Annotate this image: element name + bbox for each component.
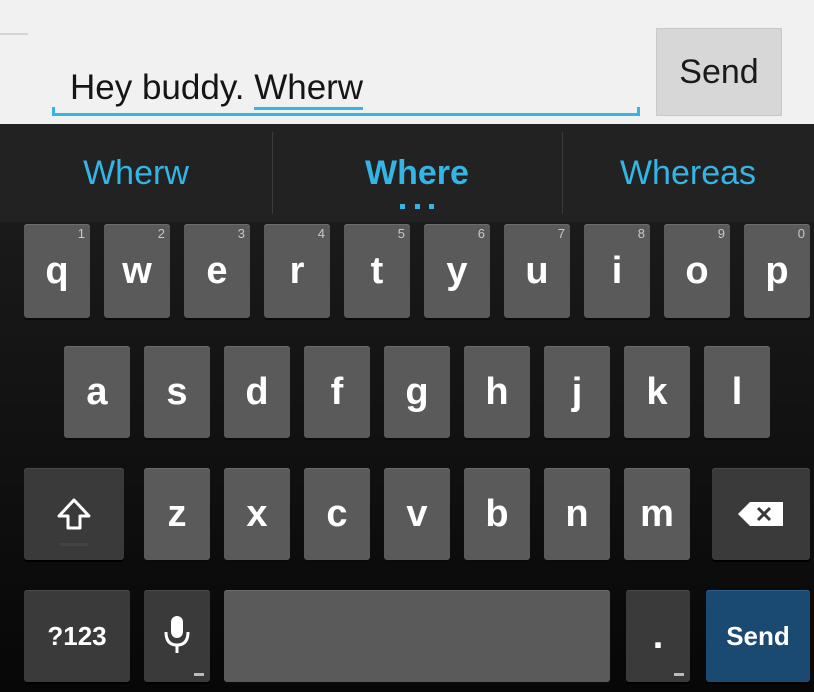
key-label: g xyxy=(405,370,429,413)
suggestion-strip: Wherw Where Whereas xyxy=(0,124,814,222)
key-m[interactable]: m xyxy=(624,468,690,560)
key-label: a xyxy=(86,370,108,413)
header-divider xyxy=(0,33,28,35)
key-number-hint: 4 xyxy=(317,226,325,241)
input-underline xyxy=(52,113,640,116)
key-label: v xyxy=(406,492,428,535)
key-k[interactable]: k xyxy=(624,346,690,438)
key-label: y xyxy=(446,249,468,292)
key-number-hint: 5 xyxy=(397,226,405,241)
key-number-hint: 1 xyxy=(77,226,85,241)
key-o[interactable]: o9 xyxy=(664,224,730,318)
backspace-icon xyxy=(738,502,783,526)
key-label: p xyxy=(765,249,789,292)
key-z[interactable]: z xyxy=(144,468,210,560)
long-press-indicator xyxy=(674,673,684,676)
key-label: f xyxy=(330,370,344,413)
key-label: ?123 xyxy=(47,620,107,651)
shift-key[interactable] xyxy=(24,468,124,560)
compose-bar: Hey buddy. Wherw Send xyxy=(0,0,814,124)
key-d[interactable]: d xyxy=(224,346,290,438)
key-label: k xyxy=(646,370,668,413)
key-g[interactable]: g xyxy=(384,346,450,438)
key-q[interactable]: q1 xyxy=(24,224,90,318)
key-number-hint: 6 xyxy=(477,226,485,241)
key-label: u xyxy=(525,249,549,292)
key-b[interactable]: b xyxy=(464,468,530,560)
key-a[interactable]: a xyxy=(64,346,130,438)
key-label: . xyxy=(652,614,664,657)
soft-keyboard: Wherw Where Whereas q1w2e3r4t5y6u7i8o9p0… xyxy=(0,124,814,692)
send-button[interactable]: Send xyxy=(656,28,782,116)
input-underline-left-tick xyxy=(52,107,55,116)
caps-lock-indicator xyxy=(60,543,88,546)
period-key[interactable]: . xyxy=(626,590,690,682)
key-w[interactable]: w2 xyxy=(104,224,170,318)
key-l[interactable]: l xyxy=(704,346,770,438)
typed-text: Hey buddy. xyxy=(70,68,255,107)
key-s[interactable]: s xyxy=(144,346,210,438)
key-label: w xyxy=(122,249,152,292)
microphone-icon xyxy=(164,616,190,653)
key-label: Send xyxy=(726,620,790,651)
key-label: j xyxy=(571,370,583,413)
key-label: z xyxy=(167,492,187,535)
symbols-key[interactable]: ?123 xyxy=(24,590,130,682)
key-label: b xyxy=(485,492,509,535)
key-number-hint: 3 xyxy=(237,226,245,241)
space-bar[interactable] xyxy=(224,590,610,682)
composing-word: Wherw xyxy=(254,68,364,110)
key-label: h xyxy=(485,370,509,413)
key-i[interactable]: i8 xyxy=(584,224,650,318)
key-label: o xyxy=(685,249,709,292)
key-p[interactable]: p0 xyxy=(744,224,810,318)
key-label: x xyxy=(246,492,268,535)
key-f[interactable]: f xyxy=(304,346,370,438)
shift-arrow-icon xyxy=(57,498,91,530)
key-label: d xyxy=(245,370,269,413)
key-label: q xyxy=(45,249,69,292)
key-h[interactable]: h xyxy=(464,346,530,438)
more-suggestions-indicator xyxy=(400,204,434,209)
key-label: t xyxy=(370,249,384,292)
input-underline-right-tick xyxy=(637,107,640,116)
key-y[interactable]: y6 xyxy=(424,224,490,318)
key-label: n xyxy=(565,492,589,535)
key-n[interactable]: n xyxy=(544,468,610,560)
key-label: r xyxy=(289,249,305,292)
key-label: m xyxy=(640,492,674,535)
key-x[interactable]: x xyxy=(224,468,290,560)
long-press-indicator xyxy=(194,673,204,676)
key-label: s xyxy=(166,370,188,413)
key-number-hint: 0 xyxy=(797,226,805,241)
backspace-key[interactable] xyxy=(712,468,810,560)
keyboard-send-key[interactable]: Send xyxy=(706,590,810,682)
message-text: Hey buddy. Wherw xyxy=(70,68,364,110)
key-t[interactable]: t5 xyxy=(344,224,410,318)
key-number-hint: 8 xyxy=(637,226,645,241)
key-r[interactable]: r4 xyxy=(264,224,330,318)
key-number-hint: 2 xyxy=(157,226,165,241)
key-u[interactable]: u7 xyxy=(504,224,570,318)
key-label: c xyxy=(326,492,348,535)
microphone-key[interactable] xyxy=(144,590,210,682)
key-label: l xyxy=(731,370,743,413)
key-number-hint: 7 xyxy=(557,226,565,241)
key-c[interactable]: c xyxy=(304,468,370,560)
key-number-hint: 9 xyxy=(717,226,725,241)
key-label: i xyxy=(611,249,623,292)
key-j[interactable]: j xyxy=(544,346,610,438)
key-e[interactable]: e3 xyxy=(184,224,250,318)
key-label: e xyxy=(206,249,228,292)
key-v[interactable]: v xyxy=(384,468,450,560)
suggestion-alternate[interactable]: Whereas xyxy=(562,124,814,222)
suggestion-typed-word[interactable]: Wherw xyxy=(0,124,272,222)
message-input[interactable]: Hey buddy. Wherw xyxy=(52,40,640,118)
